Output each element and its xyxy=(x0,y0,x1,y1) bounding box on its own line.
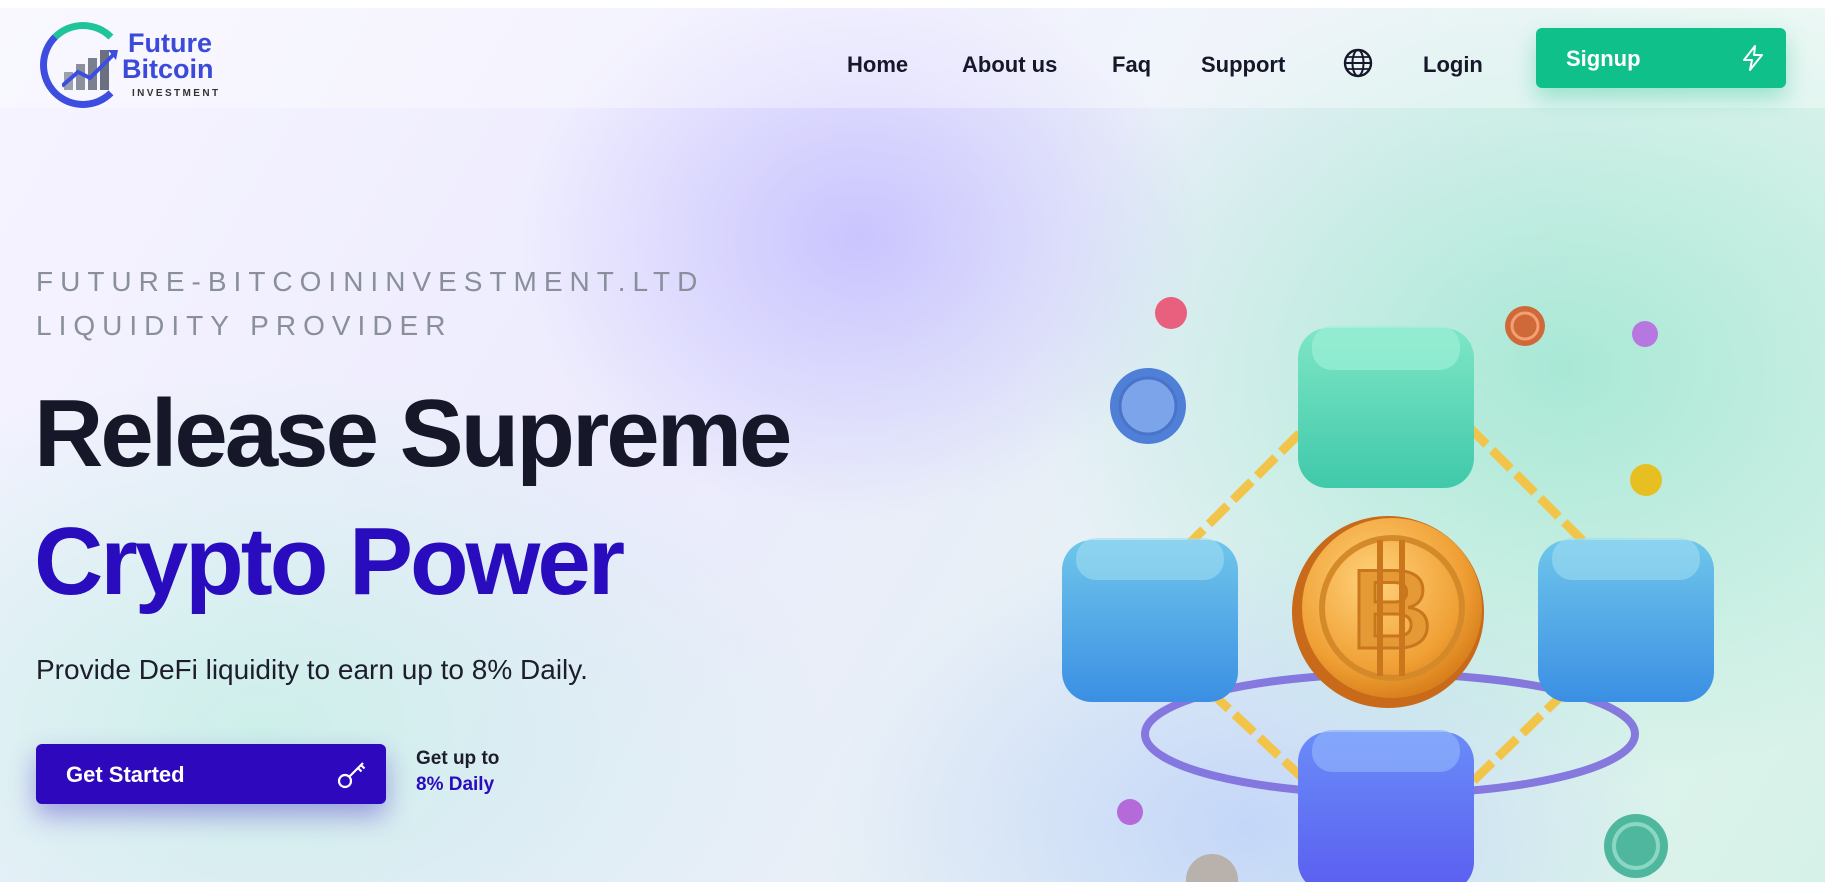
nav-support[interactable]: Support xyxy=(1201,52,1285,78)
yellow-ball xyxy=(1630,464,1662,496)
nav-home[interactable]: Home xyxy=(847,52,908,78)
right-cube xyxy=(1538,538,1714,702)
bitcoin-coin-icon: B xyxy=(1292,516,1484,708)
get-started-label: Get Started xyxy=(66,762,185,787)
svg-text:B: B xyxy=(1352,547,1433,672)
nav-faq[interactable]: Faq xyxy=(1112,52,1151,78)
daily-rate-note-label: Get up to xyxy=(416,748,500,769)
pink-ball xyxy=(1155,297,1187,329)
globe-icon[interactable] xyxy=(1343,48,1373,78)
hero-eyebrow-tagline: LIQUIDITY PROVIDER xyxy=(36,310,453,341)
hero-subtitle: Provide DeFi liquidity to earn up to 8% … xyxy=(36,654,588,685)
top-cube xyxy=(1298,326,1474,488)
hero-eyebrow-domain: FUTURE-BITCOININVESTMENT.LTD xyxy=(36,266,705,297)
bottom-cube xyxy=(1298,730,1474,882)
nav-about-us[interactable]: About us xyxy=(962,52,1057,78)
signup-button[interactable]: Signup xyxy=(1536,28,1786,88)
hero-headline-line1: Release Supreme xyxy=(34,380,792,487)
logo-text-bitcoin: Bitcoin xyxy=(122,54,214,84)
key-icon xyxy=(337,762,366,789)
left-cube xyxy=(1062,538,1238,702)
violet-ball xyxy=(1632,321,1658,347)
logo-text-investment: INVESTMENT xyxy=(132,88,221,99)
landing-page: Future Bitcoin INVESTMENT Home About us … xyxy=(0,8,1825,882)
nav-login[interactable]: Login xyxy=(1423,52,1483,78)
daily-rate-note-value: 8% Daily xyxy=(416,774,495,795)
top-navbar: Future Bitcoin INVESTMENT Home About us … xyxy=(0,8,1825,108)
logo-text-future: Future xyxy=(128,28,212,58)
hero-headline-line2: Crypto Power xyxy=(34,508,625,615)
site-logo[interactable]: Future Bitcoin INVESTMENT xyxy=(40,16,230,108)
bitcoin-chain-illustration: B xyxy=(1062,297,1714,882)
get-started-button[interactable]: Get Started xyxy=(36,744,386,804)
signup-label: Signup xyxy=(1566,46,1641,71)
lightning-bolt-icon xyxy=(1743,45,1763,71)
rising-bars-chart-logo-icon xyxy=(62,50,118,90)
purple-ball xyxy=(1117,799,1143,825)
silver-coin xyxy=(1186,854,1238,882)
